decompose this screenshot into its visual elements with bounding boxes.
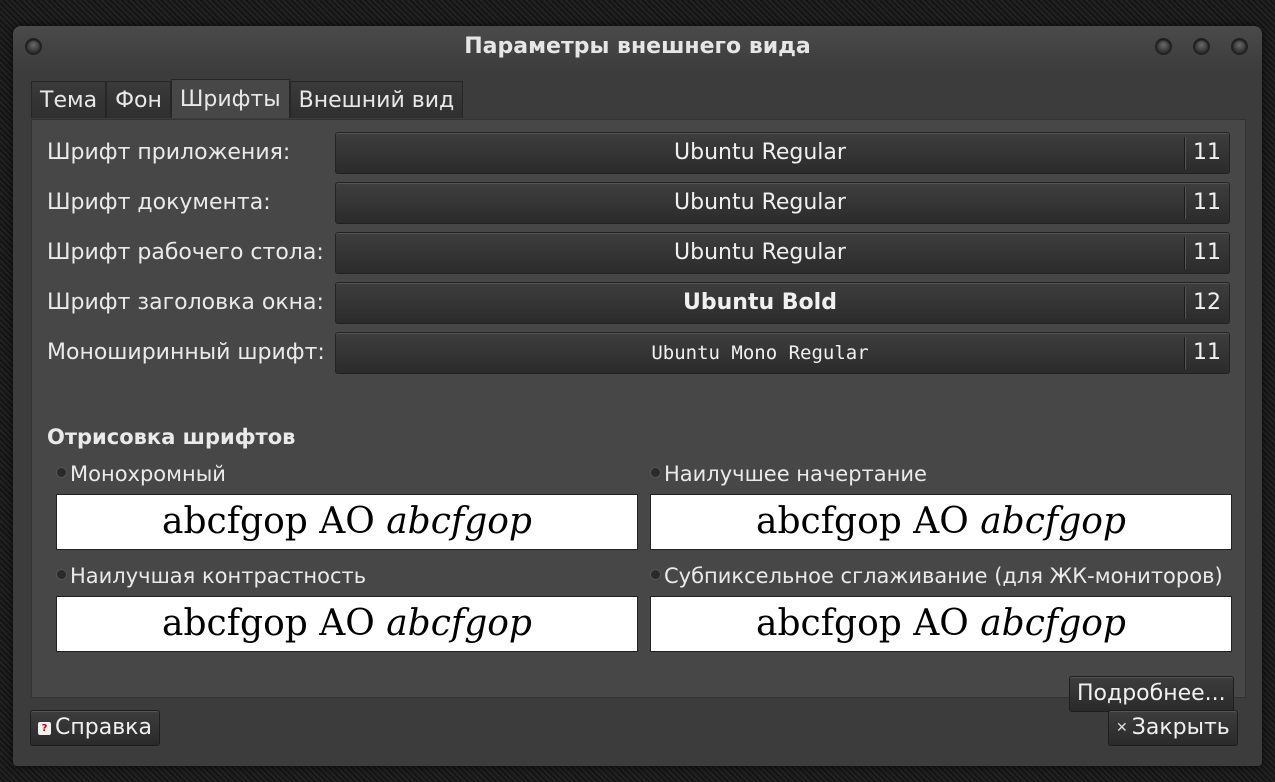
radio-label: Монохромный xyxy=(70,462,226,486)
application-font-label: Шрифт приложения: xyxy=(47,140,291,165)
preview-italic-text: abcfgop xyxy=(980,603,1126,644)
preview-italic-text: abcfgop xyxy=(386,501,532,542)
document-font-row: Шрифт документа: Ubuntu Regular 11 xyxy=(47,182,1232,226)
application-font-button[interactable]: Ubuntu Regular 11 xyxy=(335,132,1230,174)
font-size: 11 xyxy=(1193,140,1221,165)
preview-italic-text: abcfgop xyxy=(980,501,1126,542)
radio-indicator xyxy=(56,466,67,478)
best-shapes-preview[interactable]: abcfgop AO abcfgop xyxy=(650,494,1232,550)
separator xyxy=(1184,237,1185,269)
close-button-label: Закрыть xyxy=(1131,715,1230,740)
preview-normal-text: abcfgop AO xyxy=(756,603,969,644)
desktop-font-label: Шрифт рабочего стола: xyxy=(47,240,324,265)
document-font-label: Шрифт документа: xyxy=(47,190,271,215)
font-name: Ubuntu Regular xyxy=(674,140,846,165)
monochrome-radio[interactable]: Монохромный xyxy=(56,462,226,490)
tab-bar: Тема Фон Шрифты Внешний вид xyxy=(31,79,464,119)
radio-indicator xyxy=(650,568,661,580)
monochrome-preview[interactable]: abcfgop AO abcfgop xyxy=(56,494,638,550)
preview-normal-text: abcfgop AO xyxy=(162,603,375,644)
fonts-panel: Шрифт приложения: Ubuntu Regular 11 Шриф… xyxy=(31,119,1246,712)
font-name: Ubuntu Mono Regular xyxy=(651,342,869,364)
font-size: 11 xyxy=(1193,240,1221,265)
radio-indicator xyxy=(56,568,67,580)
maximize-button[interactable] xyxy=(1193,38,1210,55)
font-rendering-heading: Отрисовка шрифтов xyxy=(47,425,296,449)
close-button[interactable]: ✕ Закрыть xyxy=(1108,710,1238,746)
desktop-font-row: Шрифт рабочего стола: Ubuntu Regular 11 xyxy=(47,232,1232,276)
separator xyxy=(1184,287,1185,319)
best-shapes-radio[interactable]: Наилучшее начертание xyxy=(650,462,927,490)
font-size: 11 xyxy=(1193,190,1221,215)
window-title-font-row: Шрифт заголовка окна: Ubuntu Bold 12 xyxy=(47,282,1232,326)
titlebar: Параметры внешнего вида xyxy=(13,26,1262,72)
help-icon: ? xyxy=(38,721,51,735)
font-name: Ubuntu Regular xyxy=(674,240,846,265)
close-window-button[interactable] xyxy=(1231,38,1248,55)
subpixel-preview[interactable]: abcfgop AO abcfgop xyxy=(650,596,1232,652)
help-button[interactable]: ? Справка xyxy=(30,710,160,746)
help-button-label: Справка xyxy=(55,715,152,740)
preview-italic-text: abcfgop xyxy=(386,603,532,644)
subpixel-radio[interactable]: Субпиксельное сглаживание (для ЖК-монито… xyxy=(650,564,1223,592)
window-title-font-button[interactable]: Ubuntu Bold 12 xyxy=(335,282,1230,324)
preview-normal-text: abcfgop AO xyxy=(162,501,375,542)
details-button[interactable]: Подробнее... xyxy=(1069,676,1234,712)
window-title-font-label: Шрифт заголовка окна: xyxy=(47,290,324,315)
font-size: 12 xyxy=(1193,290,1221,315)
radio-label: Наилучшее начертание xyxy=(664,462,927,486)
tab-fonts[interactable]: Шрифты xyxy=(170,79,290,118)
separator xyxy=(1184,137,1185,169)
tab-theme[interactable]: Тема xyxy=(31,81,107,118)
monospace-font-button[interactable]: Ubuntu Mono Regular 11 xyxy=(335,332,1230,374)
desktop-font-button[interactable]: Ubuntu Regular 11 xyxy=(335,232,1230,274)
document-font-button[interactable]: Ubuntu Regular 11 xyxy=(335,182,1230,224)
radio-indicator xyxy=(650,466,661,478)
appearance-preferences-window: Параметры внешнего вида Тема Фон Шрифты … xyxy=(13,26,1262,766)
font-name: Ubuntu Bold xyxy=(683,290,837,315)
close-icon: ✕ xyxy=(1116,720,1128,736)
tab-background[interactable]: Фон xyxy=(106,81,171,118)
font-size: 11 xyxy=(1193,340,1221,365)
separator xyxy=(1184,187,1185,219)
minimize-button[interactable] xyxy=(1155,38,1172,55)
font-name: Ubuntu Regular xyxy=(674,190,846,215)
separator xyxy=(1184,337,1185,369)
tab-appearance[interactable]: Внешний вид xyxy=(289,81,464,118)
window-title: Параметры внешнего вида xyxy=(464,34,811,59)
radio-label: Субпиксельное сглаживание (для ЖК-монито… xyxy=(664,564,1223,588)
radio-label: Наилучшая контрастность xyxy=(70,564,367,588)
monospace-font-row: Моноширинный шрифт: Ubuntu Mono Regular … xyxy=(47,332,1232,376)
preview-normal-text: abcfgop AO xyxy=(756,501,969,542)
best-contrast-preview[interactable]: abcfgop AO abcfgop xyxy=(56,596,638,652)
monospace-font-label: Моноширинный шрифт: xyxy=(47,340,325,365)
best-contrast-radio[interactable]: Наилучшая контрастность xyxy=(56,564,366,592)
application-font-row: Шрифт приложения: Ubuntu Regular 11 xyxy=(47,132,1232,176)
